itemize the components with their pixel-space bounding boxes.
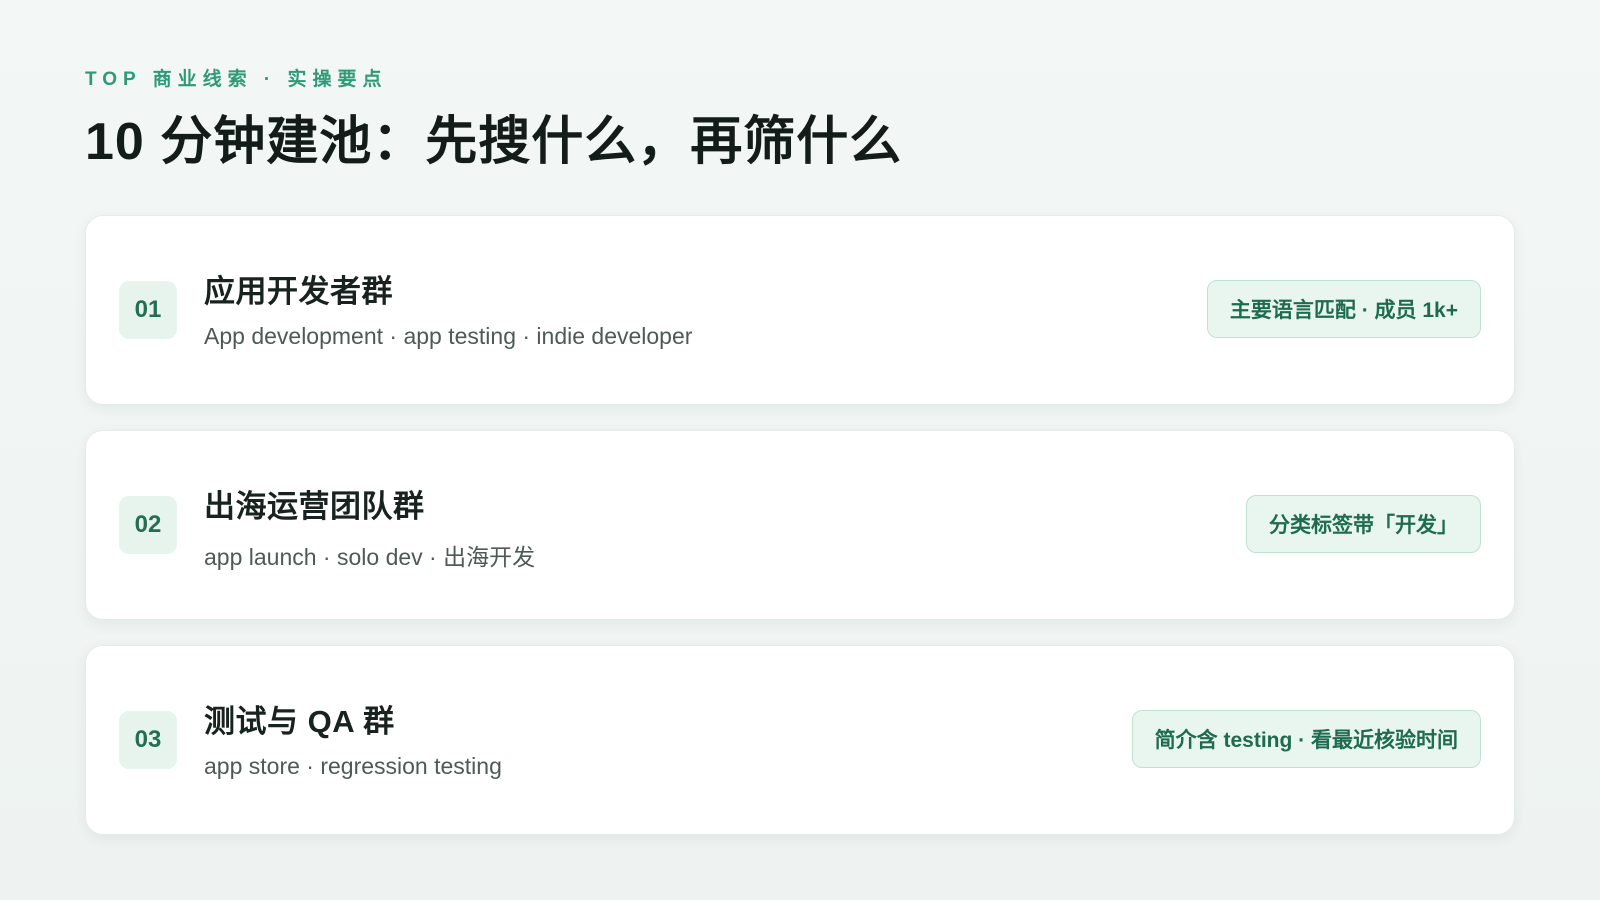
page-title: 10 分钟建池：先搜什么，再筛什么 [85,113,903,171]
section-kicker: TOP 商业线索 · 实操要点 [85,69,388,90]
card-list: 01 应用开发者群 App development · app testing … [85,215,1515,860]
slide-page: TOP 商业线索 · 实操要点 10 分钟建池：先搜什么，再筛什么 01 应用开… [85,64,1515,835]
item-number-badge: 02 [119,496,177,554]
item-content: 测试与 QA 群 app store · regression testing [204,696,502,780]
item-title: 测试与 QA 群 [204,704,395,739]
item-subtitle: app store · regression testing [204,753,502,779]
item-content: 应用开发者群 App development · app testing · i… [204,266,692,350]
item-criteria-badge: 主要语言匹配 · 成员 1k+ [1206,280,1481,338]
item-number-badge: 01 [119,281,177,339]
item-number-badge: 03 [119,711,177,769]
item-criteria-badge: 简介含 testing · 看最近核验时间 [1131,710,1481,768]
item-subtitle: app launch · solo dev · 出海开发 [204,544,536,570]
item-criteria-badge: 分类标签带「开发」 [1246,495,1481,553]
list-item: 01 应用开发者群 App development · app testing … [85,215,1515,405]
item-subtitle: App development · app testing · indie de… [204,323,693,349]
list-item: 02 出海运营团队群 app launch · solo dev · 出海开发 … [85,430,1515,620]
item-content: 出海运营团队群 app launch · solo dev · 出海开发 [204,481,535,572]
list-item: 03 测试与 QA 群 app store · regression testi… [85,645,1515,835]
item-title: 应用开发者群 [204,274,393,309]
item-title: 出海运营团队群 [204,489,425,524]
